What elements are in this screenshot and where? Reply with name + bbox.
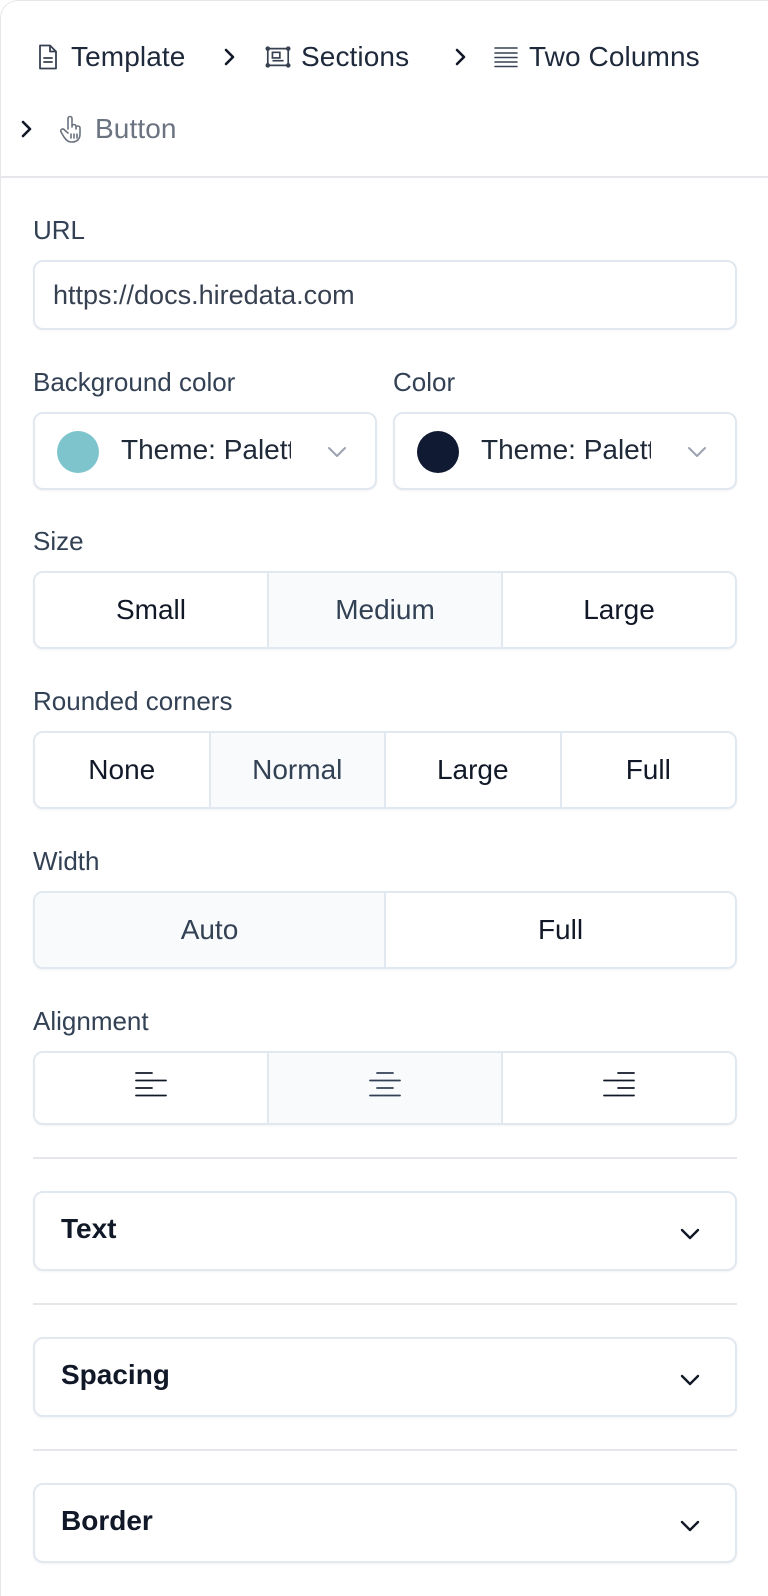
panel-title: Border xyxy=(61,1505,153,1536)
chevron-right-icon xyxy=(17,119,37,139)
chevron-right-icon xyxy=(220,47,240,67)
panel-title: Spacing xyxy=(61,1359,170,1390)
background-color-value: Theme: Palette xyxy=(121,434,291,465)
panel-title: Text xyxy=(61,1213,117,1244)
chevron-down-icon xyxy=(679,1515,701,1537)
fade-overlay xyxy=(291,432,307,472)
size-option-medium[interactable]: Medium xyxy=(269,573,503,647)
chevron-down-icon xyxy=(327,442,347,462)
corners-option-large[interactable]: Large xyxy=(386,733,562,807)
breadcrumb-label: Template xyxy=(71,41,186,72)
breadcrumb-label: Button xyxy=(95,113,177,144)
rounded-corners-segmented-control: None Normal Large Full xyxy=(33,731,737,809)
size-segmented-control: Small Medium Large xyxy=(33,571,737,649)
rounded-corners-label: Rounded corners xyxy=(33,686,233,716)
spacing-panel-toggle[interactable]: Spacing xyxy=(33,1337,737,1417)
background-color-select[interactable]: Theme: Palette xyxy=(33,412,377,490)
align-center-button[interactable] xyxy=(269,1053,503,1123)
color-swatch xyxy=(417,431,459,473)
breadcrumb-label: Sections xyxy=(301,41,410,72)
color-label: Color xyxy=(393,367,456,397)
corners-option-none[interactable]: None xyxy=(35,733,211,807)
width-option-full[interactable]: Full xyxy=(386,893,735,967)
pointer-hand-icon xyxy=(59,115,85,143)
chevron-right-icon xyxy=(451,47,471,67)
size-label: Size xyxy=(33,526,84,556)
lines-icon xyxy=(493,44,519,70)
width-segmented-control: Auto Full xyxy=(33,891,737,969)
sections-icon xyxy=(265,44,291,70)
width-option-auto[interactable]: Auto xyxy=(35,893,386,967)
properties-panel: Template Sections Two Columns Button URL… xyxy=(0,0,768,1596)
fade-overlay xyxy=(651,432,667,472)
breadcrumb-label: Two Columns xyxy=(529,41,700,72)
align-center-icon xyxy=(369,1071,401,1106)
url-value: https://docs.hiredata.com xyxy=(53,279,355,310)
color-select[interactable]: Theme: Palette xyxy=(393,412,737,490)
divider xyxy=(33,1157,737,1159)
size-option-small[interactable]: Small xyxy=(35,573,269,647)
alignment-label: Alignment xyxy=(33,1006,149,1036)
breadcrumb-item-two-columns[interactable]: Two Columns xyxy=(493,37,700,77)
divider xyxy=(33,1449,737,1451)
corners-option-full[interactable]: Full xyxy=(561,733,735,807)
document-icon xyxy=(35,44,61,70)
border-panel-toggle[interactable]: Border xyxy=(33,1483,737,1563)
alignment-segmented-control xyxy=(33,1051,737,1125)
url-input[interactable]: https://docs.hiredata.com xyxy=(33,260,737,330)
divider xyxy=(33,1303,737,1305)
width-label: Width xyxy=(33,846,100,876)
breadcrumb-item-button: Button xyxy=(59,109,177,149)
chevron-down-icon xyxy=(679,1369,701,1391)
background-color-label: Background color xyxy=(33,367,236,397)
chevron-down-icon xyxy=(687,442,707,462)
align-right-button[interactable] xyxy=(503,1053,735,1123)
color-swatch xyxy=(57,431,99,473)
text-panel-toggle[interactable]: Text xyxy=(33,1191,737,1271)
color-value: Theme: Palette xyxy=(481,434,651,465)
size-option-large[interactable]: Large xyxy=(503,573,735,647)
breadcrumb-item-sections[interactable]: Sections xyxy=(265,37,409,77)
breadcrumb-item-template[interactable]: Template xyxy=(35,37,185,77)
chevron-down-icon xyxy=(679,1223,701,1245)
align-right-icon xyxy=(603,1071,635,1106)
align-left-button[interactable] xyxy=(35,1053,269,1123)
breadcrumb: Template Sections Two Columns Button xyxy=(1,1,768,178)
align-left-icon xyxy=(135,1071,167,1106)
url-label: URL xyxy=(33,215,86,245)
corners-option-normal[interactable]: Normal xyxy=(210,733,386,807)
